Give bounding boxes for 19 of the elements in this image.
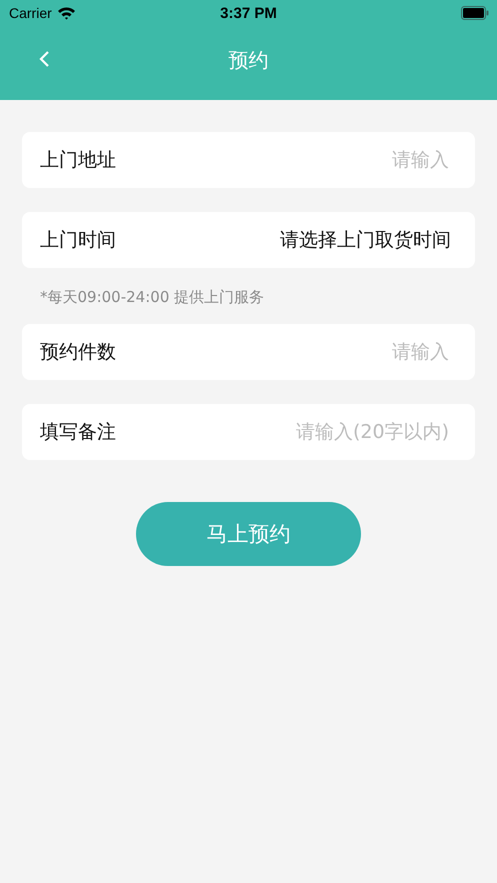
status-time: 3:37 PM [220, 4, 277, 22]
text-input[interactable]: 请输入 [132, 340, 451, 364]
input-field[interactable]: 填写备注 请输入(20字以内) [22, 404, 475, 460]
input-field[interactable]: 预约件数 请输入 [22, 324, 475, 380]
selected-value: 请选择上门取货时间 [280, 228, 451, 253]
text-input[interactable]: 请输入(20字以内) [132, 420, 451, 444]
page-title: 预约 [228, 46, 268, 74]
field-label: 上门地址 [40, 148, 116, 173]
text-input[interactable]: 请输入 [132, 148, 451, 172]
chevron-left-icon [38, 50, 50, 68]
selector-row[interactable]: 上门时间 请选择上门取货时间 [22, 212, 475, 268]
carrier-label: Carrier [9, 5, 52, 21]
field-label: 填写备注 [40, 420, 116, 445]
input-field[interactable]: 上门地址 请输入 [22, 132, 475, 188]
battery-icon [461, 6, 489, 20]
wifi-icon [56, 6, 76, 20]
field-label: 预约件数 [40, 340, 116, 365]
service-hours-note: *每天09:00-24:00 提供上门服务 [39, 287, 266, 308]
field-label: 上门时间 [40, 228, 116, 253]
